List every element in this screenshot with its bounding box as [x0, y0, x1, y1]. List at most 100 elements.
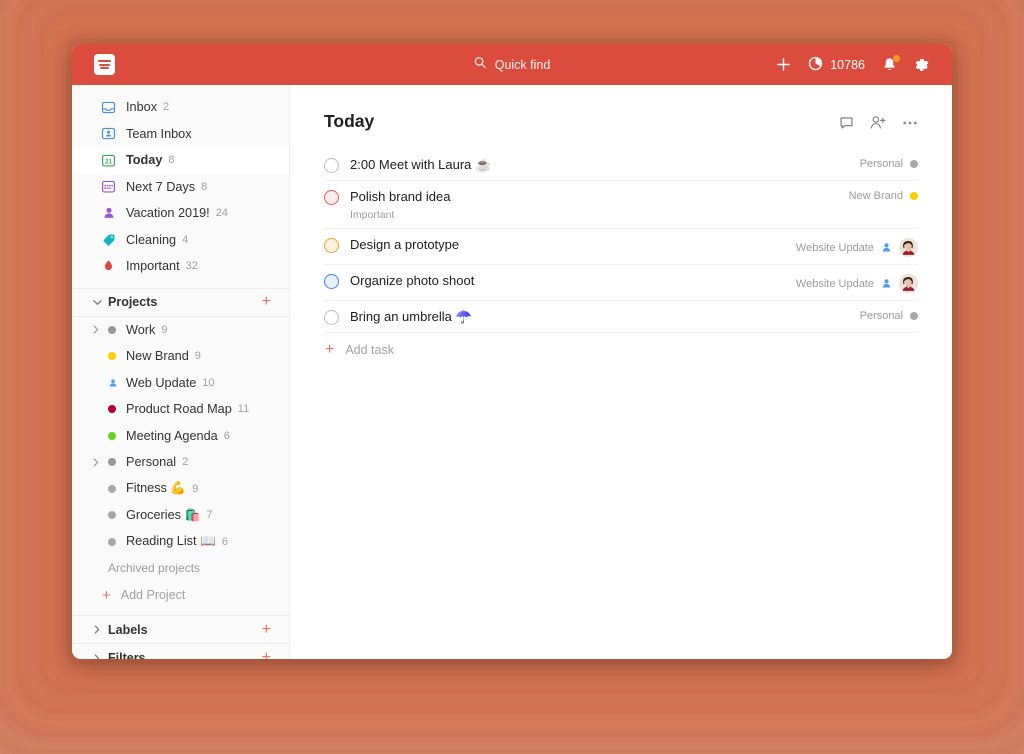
add-task-plus-icon[interactable]: [776, 57, 791, 72]
sidebar-project-work[interactable]: Work 9: [72, 317, 289, 344]
project-color-dot: [108, 405, 116, 414]
task-content: Organize photo shoot: [350, 273, 474, 289]
avatar[interactable]: [899, 238, 918, 257]
sidebar-project-product-road-map[interactable]: Product Road Map 11: [72, 396, 289, 423]
notifications-bell-icon[interactable]: [882, 54, 900, 73]
task-meta: Personal: [860, 309, 918, 322]
avatar[interactable]: [899, 274, 918, 293]
task-complete-checkbox[interactable]: [324, 238, 339, 253]
project-count: 11: [237, 403, 250, 416]
task-complete-checkbox[interactable]: [324, 310, 339, 325]
project-label: Reading List 📖: [126, 534, 216, 549]
main-header: Today: [324, 111, 918, 132]
archived-projects-link[interactable]: Archived projects: [72, 555, 289, 581]
task-row[interactable]: Bring an umbrella ☂️ Personal: [324, 301, 918, 333]
project-color-dot: [108, 458, 116, 467]
assignee-person-icon: [881, 278, 892, 289]
more-options-icon[interactable]: [902, 120, 918, 126]
sidebar-project-new-brand[interactable]: New Brand 9: [72, 343, 289, 370]
task-project-label[interactable]: Website Update: [796, 242, 874, 254]
task-title: Polish brand idea: [350, 189, 451, 204]
task-complete-checkbox[interactable]: [324, 190, 339, 205]
search-placeholder-text: Quick find: [494, 57, 551, 72]
chevron-right-icon[interactable]: [90, 625, 104, 634]
project-count: 2: [182, 456, 189, 469]
task-complete-checkbox[interactable]: [324, 158, 339, 173]
task-project-dot: [910, 160, 918, 168]
task-project-dot: [910, 192, 918, 200]
project-count: 9: [192, 482, 199, 495]
sidebar-item-important[interactable]: Important 32: [72, 253, 289, 280]
plus-icon: +: [102, 586, 111, 604]
karma-icon: [808, 56, 823, 74]
sidebar-item-label: Important: [126, 259, 180, 274]
task-title: Organize photo shoot: [350, 273, 475, 288]
app-body: Inbox 2 Team Inbox 21 Today 8 Next 7 Day…: [72, 85, 952, 659]
sidebar-project-web-update[interactable]: Web Update 10: [72, 370, 289, 397]
sidebar-item-team-inbox[interactable]: Team Inbox: [72, 121, 289, 148]
project-label: Work: [126, 322, 156, 337]
sidebar-item-today[interactable]: 21 Today 8: [72, 147, 289, 174]
add-project-button[interactable]: + Add Project: [72, 581, 289, 609]
task-project-label[interactable]: Personal: [860, 310, 903, 322]
sidebar-item-label: Inbox: [126, 100, 158, 115]
top-bar: Quick find 10786: [72, 44, 952, 85]
task-row[interactable]: Design a prototype Website Update: [324, 229, 918, 265]
add-label-plus-icon[interactable]: +: [262, 621, 271, 638]
project-count: 6: [223, 429, 230, 442]
comment-icon[interactable]: [839, 115, 854, 130]
search-input[interactable]: Quick find: [474, 56, 551, 74]
task-content: Polish brand idea Important: [350, 189, 450, 221]
svg-text:21: 21: [105, 158, 112, 165]
add-project-plus-icon[interactable]: +: [262, 294, 271, 310]
task-complete-checkbox[interactable]: [324, 274, 339, 289]
project-count: 9: [161, 323, 168, 336]
sidebar-item-inbox[interactable]: Inbox 2: [72, 94, 289, 121]
project-label: Groceries 🛍️: [126, 507, 201, 522]
add-filter-plus-icon[interactable]: +: [262, 650, 271, 660]
add-task-label: Add task: [345, 342, 394, 357]
todoist-logo-icon[interactable]: [94, 54, 115, 75]
sidebar-project-groceries[interactable]: Groceries 🛍️ 7: [72, 502, 289, 529]
sidebar-project-meeting-agenda[interactable]: Meeting Agenda 6: [72, 423, 289, 450]
labels-section-header[interactable]: Labels +: [72, 615, 289, 644]
sidebar-project-reading-list[interactable]: Reading List 📖 6: [72, 529, 289, 556]
gear-icon[interactable]: [914, 57, 930, 73]
task-row[interactable]: Polish brand idea Important New Brand: [324, 181, 918, 229]
plus-icon: +: [325, 340, 335, 358]
sidebar-item-count: 4: [182, 233, 189, 246]
filters-section-header[interactable]: Filters +: [72, 644, 289, 659]
assignee-person-icon: [881, 242, 892, 253]
task-project-label[interactable]: Personal: [860, 158, 903, 170]
karma-points[interactable]: 10786: [808, 56, 865, 74]
chevron-right-icon[interactable]: [90, 325, 102, 334]
project-color-dot: [108, 431, 116, 440]
task-project-label[interactable]: New Brand: [849, 190, 903, 202]
task-row[interactable]: Organize photo shoot Website Update: [324, 265, 918, 301]
person-icon: [100, 205, 117, 222]
projects-section-header[interactable]: Projects +: [72, 287, 289, 317]
project-count: 7: [206, 509, 213, 522]
project-label: Product Road Map: [126, 402, 232, 417]
task-meta: Personal: [860, 157, 918, 170]
sidebar-item-next-7-days[interactable]: Next 7 Days 8: [72, 174, 289, 201]
task-title: Bring an umbrella ☂️: [350, 309, 472, 324]
team-inbox-icon: [100, 125, 117, 142]
sidebar-item-count: 24: [215, 207, 228, 220]
add-task-button[interactable]: + Add task: [324, 333, 918, 366]
task-project-label[interactable]: Website Update: [796, 278, 874, 290]
chevron-down-icon[interactable]: [90, 299, 104, 306]
sidebar-item-vacation-2019[interactable]: Vacation 2019! 24: [72, 200, 289, 227]
flame-icon: [100, 258, 117, 275]
task-row[interactable]: 2:00 Meet with Laura ☕ Personal: [324, 149, 918, 181]
task-content: Design a prototype: [350, 237, 459, 253]
sidebar-project-personal[interactable]: Personal 2: [72, 449, 289, 476]
search-icon: [474, 56, 487, 74]
chevron-right-icon[interactable]: [90, 653, 104, 659]
sidebar-item-cleaning[interactable]: Cleaning 4: [72, 227, 289, 254]
chevron-right-icon[interactable]: [90, 458, 102, 467]
page-title: Today: [324, 111, 375, 131]
add-person-icon[interactable]: [870, 115, 886, 130]
calendar-week-icon: [100, 178, 117, 195]
sidebar-project-fitness[interactable]: Fitness 💪 9: [72, 476, 289, 503]
